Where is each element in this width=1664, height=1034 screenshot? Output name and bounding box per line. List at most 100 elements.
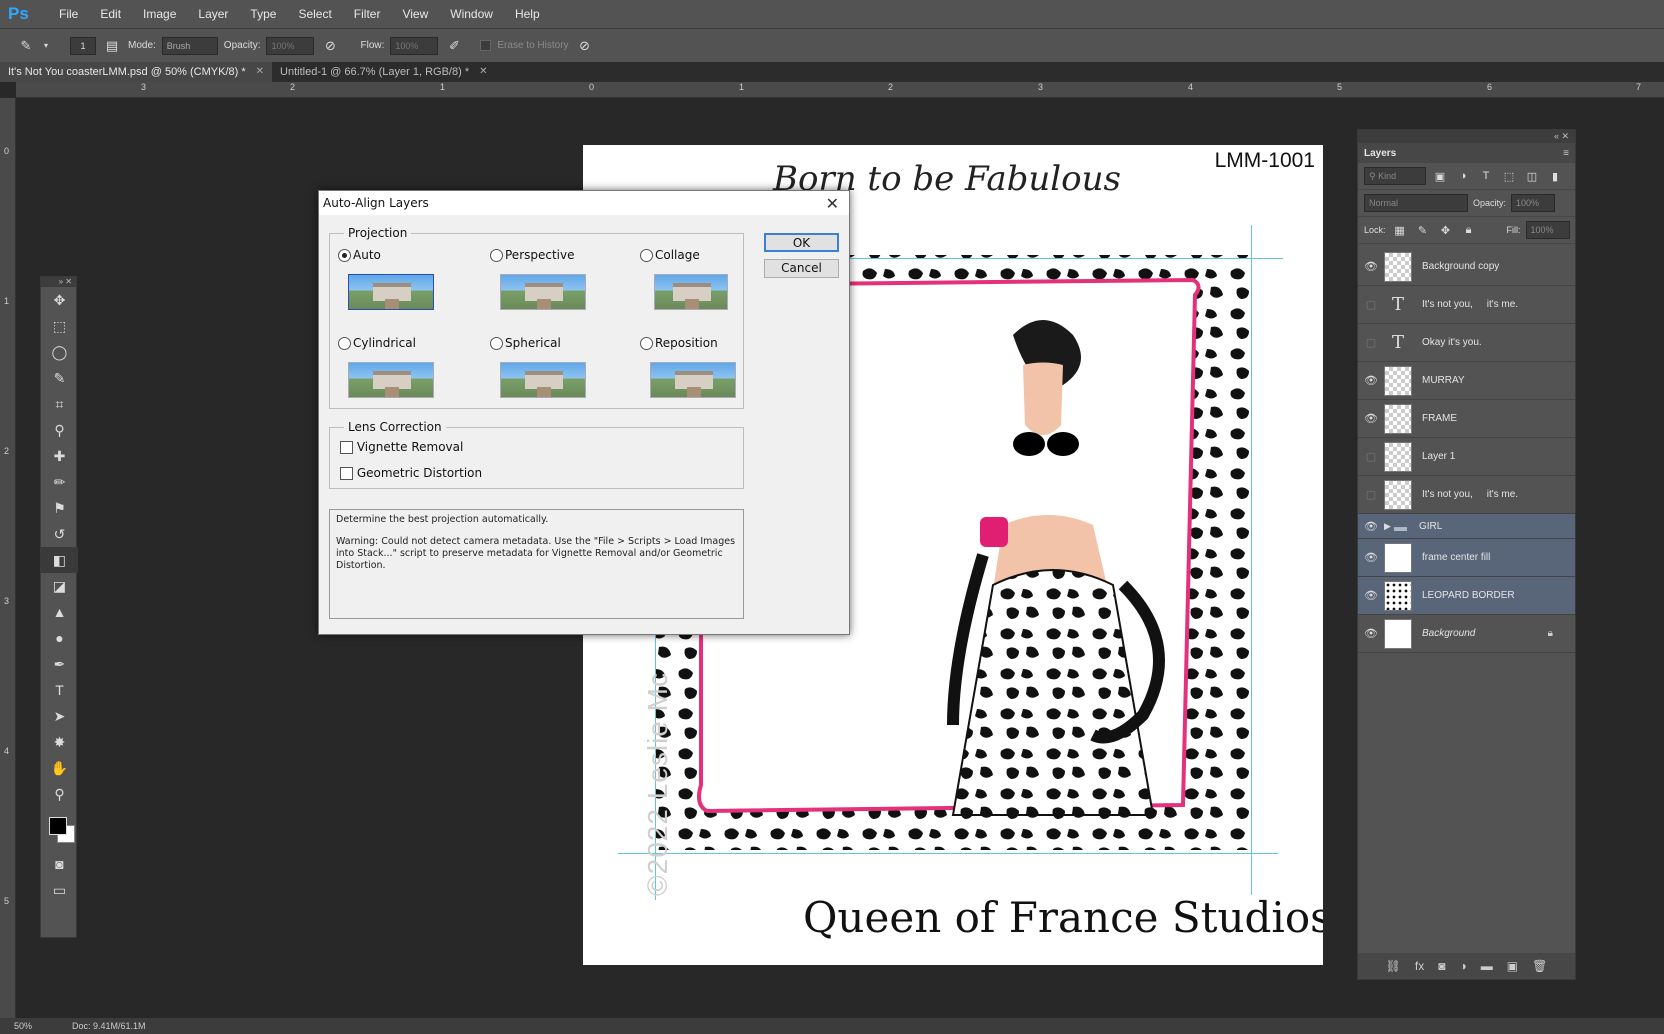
- cancel-button[interactable]: Cancel: [764, 259, 839, 278]
- quick-mask-icon[interactable]: ◙: [41, 851, 78, 877]
- layer-row[interactable]: ▢ T It's not you, it's me.: [1358, 286, 1575, 324]
- ok-button[interactable]: OK: [764, 233, 839, 252]
- geometric-checkbox[interactable]: [340, 467, 353, 480]
- flow-field[interactable]: 100%: [390, 36, 439, 55]
- menu-window[interactable]: Window: [439, 0, 504, 28]
- radio-button[interactable]: [640, 248, 653, 262]
- blend-mode-dropdown[interactable]: Normal: [1364, 194, 1468, 212]
- visibility-toggle[interactable]: ▢: [1358, 336, 1384, 349]
- menu-view[interactable]: View: [391, 0, 439, 28]
- path-select-icon[interactable]: ➤: [41, 703, 78, 729]
- eye-icon[interactable]: 👁︎: [1358, 260, 1384, 273]
- lasso-tool-icon[interactable]: ◯: [41, 339, 78, 365]
- layer-row[interactable]: ▢ It's not you, it's me.: [1358, 476, 1575, 514]
- layer-row[interactable]: 👁︎ Background copy: [1358, 248, 1575, 286]
- menu-edit[interactable]: Edit: [89, 0, 132, 28]
- menu-select[interactable]: Select: [287, 0, 342, 28]
- close-icon[interactable]: ✕: [256, 62, 264, 82]
- shape-filter-icon[interactable]: ⬚: [1500, 170, 1518, 183]
- vignette-removal-row[interactable]: Vignette Removal: [340, 440, 463, 454]
- zoom-tool-icon[interactable]: ⚲: [41, 781, 78, 807]
- shape-tool-icon[interactable]: ✸: [41, 729, 78, 755]
- mask-icon[interactable]: ◙: [1438, 959, 1445, 973]
- menu-filter[interactable]: Filter: [343, 0, 392, 28]
- type-filter-icon[interactable]: T: [1477, 170, 1495, 182]
- erase-history-checkbox[interactable]: [480, 40, 492, 51]
- radio-button[interactable]: [640, 336, 653, 350]
- quick-select-tool-icon[interactable]: ✎: [41, 365, 78, 391]
- radio-button[interactable]: [338, 248, 351, 262]
- layer-row[interactable]: 👁︎ LEOPARD BORDER: [1358, 577, 1575, 615]
- expand-arrow-icon[interactable]: ▶: [1384, 521, 1394, 532]
- projection-cylindrical[interactable]: Cylindrical: [338, 336, 478, 416]
- new-layer-icon[interactable]: ▣: [1507, 959, 1518, 973]
- eye-icon[interactable]: 👁︎: [1358, 551, 1384, 564]
- doc-size[interactable]: Doc: 9.41M/61.1M: [72, 1021, 146, 1031]
- radio-button[interactable]: [490, 248, 503, 262]
- layer-row[interactable]: 👁︎ frame center fill: [1358, 539, 1575, 577]
- history-brush-icon[interactable]: ↺: [41, 521, 78, 547]
- panel-menu-icon[interactable]: ≡: [1563, 148, 1569, 159]
- fill-field[interactable]: 100%: [1525, 221, 1570, 239]
- airbrush-icon[interactable]: ✐: [444, 36, 464, 56]
- radio-button[interactable]: [490, 336, 503, 350]
- brush-panel-icon[interactable]: ▤: [102, 36, 122, 56]
- chevron-down-icon[interactable]: ▾: [42, 36, 50, 56]
- layers-tab[interactable]: Layers ≡: [1358, 143, 1575, 163]
- projection-collage[interactable]: Collage: [640, 248, 780, 328]
- healing-brush-icon[interactable]: ✚: [41, 443, 78, 469]
- filter-toggle-icon[interactable]: ▮: [1546, 170, 1564, 183]
- hand-tool-icon[interactable]: ✋: [41, 755, 78, 781]
- visibility-toggle[interactable]: ▢: [1358, 450, 1384, 463]
- layer-group-row[interactable]: 👁︎ ▶ ▬ GIRL: [1358, 514, 1575, 539]
- close-icon[interactable]: ✕: [826, 194, 839, 213]
- projection-spherical[interactable]: Spherical: [490, 336, 630, 416]
- foreground-color-swatch[interactable]: [49, 817, 67, 835]
- layer-row[interactable]: 👁︎ FRAME: [1358, 400, 1575, 438]
- tab-untitled[interactable]: Untitled-1 @ 66.7% (Layer 1, RGB/8) * ✕: [272, 62, 495, 82]
- lock-transparent-icon[interactable]: ▦: [1391, 224, 1409, 237]
- visibility-toggle[interactable]: ▢: [1358, 488, 1384, 501]
- layer-row[interactable]: ▢ T Okay it's you.: [1358, 324, 1575, 362]
- kind-filter-dropdown[interactable]: ⚲ Kind: [1364, 167, 1426, 185]
- layer-row[interactable]: 👁︎ MURRAY: [1358, 362, 1575, 400]
- geometric-distortion-row[interactable]: Geometric Distortion: [340, 466, 482, 480]
- crop-tool-icon[interactable]: ⌗: [41, 391, 78, 417]
- pen-tool-icon[interactable]: ✒: [41, 651, 78, 677]
- brush-tool-icon[interactable]: ✏: [41, 469, 78, 495]
- opacity-field[interactable]: 100%: [266, 36, 315, 55]
- smart-object-filter-icon[interactable]: ◫: [1523, 170, 1541, 183]
- marquee-tool-icon[interactable]: ⬚: [41, 313, 78, 339]
- fx-icon[interactable]: fx: [1415, 959, 1424, 973]
- menu-image[interactable]: Image: [132, 0, 187, 28]
- move-tool-icon[interactable]: ✥: [41, 287, 78, 313]
- blur-tool-icon[interactable]: ▲: [41, 599, 78, 625]
- eye-icon[interactable]: 👁︎: [1358, 374, 1384, 387]
- eraser-tool-icon[interactable]: ◧: [41, 547, 78, 573]
- layer-row[interactable]: 👁︎ Background 🔒︎: [1358, 615, 1575, 653]
- layer-opacity-field[interactable]: 100%: [1511, 194, 1556, 212]
- color-swatches[interactable]: [41, 807, 76, 851]
- eye-icon[interactable]: 👁︎: [1358, 627, 1384, 640]
- projection-reposition[interactable]: Reposition: [640, 336, 780, 416]
- projection-auto[interactable]: Auto: [338, 248, 478, 328]
- visibility-toggle[interactable]: ▢: [1358, 298, 1384, 311]
- zoom-level[interactable]: 50%: [14, 1021, 32, 1031]
- lock-all-icon[interactable]: 🔒︎: [1460, 224, 1478, 237]
- projection-perspective[interactable]: Perspective: [490, 248, 630, 328]
- adjustment-icon[interactable]: ◑: [1460, 959, 1467, 973]
- menu-file[interactable]: File: [48, 0, 89, 28]
- clone-stamp-icon[interactable]: ⚑: [41, 495, 78, 521]
- brush-size-picker[interactable]: 1: [70, 36, 96, 55]
- image-filter-icon[interactable]: ▣: [1431, 170, 1449, 183]
- folder-icon[interactable]: ▬: [1481, 959, 1493, 973]
- menu-layer[interactable]: Layer: [187, 0, 239, 28]
- pressure-size-icon[interactable]: ⊘: [575, 36, 595, 56]
- layer-row[interactable]: ▢ Layer 1: [1358, 438, 1575, 476]
- adjustment-filter-icon[interactable]: ◑: [1454, 170, 1472, 182]
- type-tool-icon[interactable]: T: [41, 677, 78, 703]
- mode-dropdown[interactable]: Brush: [161, 36, 218, 55]
- link-icon[interactable]: ⛓: [1386, 959, 1401, 973]
- eye-icon[interactable]: 👁︎: [1358, 589, 1384, 602]
- tools-panel-header[interactable]: » ✕: [41, 277, 76, 287]
